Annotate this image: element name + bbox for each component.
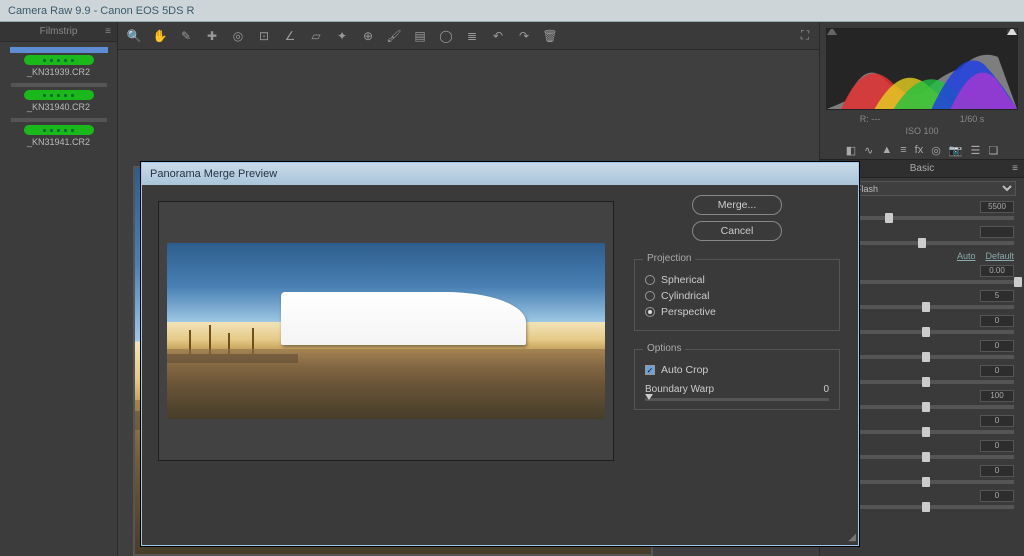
app-body: Filmstrip ≡ _KN31939.CR2 _KN31940.CR2 _K… — [0, 22, 1024, 556]
options-fieldset: Options Auto Crop Boundary Warp 0 — [634, 349, 840, 410]
highlight-clip-icon[interactable] — [1007, 28, 1017, 35]
dialog-titlebar[interactable]: Panorama Merge Preview — [142, 163, 858, 185]
filmstrip-thumb[interactable]: _KN31941.CR2 — [11, 118, 107, 147]
filmstrip-menu-icon[interactable]: ≡ — [105, 26, 111, 37]
radial-filter-icon[interactable]: ◯ — [438, 28, 454, 44]
checkbox-icon — [645, 365, 655, 375]
thumb-image — [11, 118, 107, 122]
filmstrip-header: Filmstrip ≡ — [0, 22, 117, 42]
tab-snapshots-icon[interactable]: ❏ — [988, 144, 998, 157]
projection-perspective[interactable]: Perspective — [645, 306, 829, 318]
window-titlebar: Camera Raw 9.9 - Canon EOS 5DS R — [0, 0, 1024, 22]
radio-icon — [645, 307, 655, 317]
thumb-rating — [24, 90, 94, 100]
panorama-image — [167, 243, 605, 419]
dialog-buttons: Merge... Cancel — [634, 195, 840, 241]
default-link[interactable]: Default — [985, 251, 1014, 261]
graduated-filter-icon[interactable]: ▤ — [412, 28, 428, 44]
filmstrip-thumb[interactable]: _KN31940.CR2 — [11, 83, 107, 112]
dialog-title: Panorama Merge Preview — [150, 168, 277, 180]
shutter-speed: 1/60 s — [960, 114, 985, 124]
brush-icon[interactable]: 🖌 — [386, 28, 402, 44]
rgb-readout: R: --- — [860, 114, 881, 124]
tab-presets-icon[interactable]: ☰ — [971, 144, 981, 157]
auto-link[interactable]: Auto — [957, 251, 976, 261]
resize-grip-icon[interactable]: ◢ — [848, 532, 856, 543]
trash-icon[interactable]: 🗑 — [542, 28, 558, 44]
window-title: Camera Raw 9.9 - Canon EOS 5DS R — [8, 5, 194, 17]
filmstrip-panel: Filmstrip ≡ _KN31939.CR2 _KN31940.CR2 _K… — [0, 22, 118, 556]
shadow-clip-icon[interactable] — [827, 28, 837, 35]
thumb-filename: _KN31939.CR2 — [11, 67, 107, 77]
thumb-rating — [24, 55, 94, 65]
white-balance-select[interactable]: Flash — [851, 181, 1016, 196]
projection-fieldset: Projection Spherical Cylindrical Perspec… — [634, 259, 840, 331]
tab-curve-icon[interactable]: ∿ — [864, 144, 873, 157]
cancel-button[interactable]: Cancel — [692, 221, 782, 241]
target-adjust-icon[interactable]: ◎ — [230, 28, 246, 44]
iso-readout: ISO 100 — [820, 126, 1024, 136]
tab-detail-icon[interactable]: ▲ — [881, 144, 892, 157]
thumb-image — [11, 83, 107, 87]
boundary-warp-slider[interactable]: Boundary Warp 0 — [645, 384, 829, 401]
radio-icon — [645, 291, 655, 301]
thumb-rating — [24, 125, 94, 135]
projection-legend: Projection — [643, 253, 695, 264]
prefs-icon[interactable]: ≣ — [464, 28, 480, 44]
thumb-filename: _KN31940.CR2 — [11, 102, 107, 112]
straighten-icon[interactable]: ∠ — [282, 28, 298, 44]
tab-basic-icon[interactable]: ◧ — [846, 144, 856, 157]
panorama-dialog: Panorama Merge Preview Merge... Cancel P… — [141, 162, 859, 546]
projection-cylindrical[interactable]: Cylindrical — [645, 290, 829, 302]
color-sampler-icon[interactable]: ✚ — [204, 28, 220, 44]
meta-row: R: --- 1/60 s — [820, 114, 1024, 124]
filmstrip-thumb[interactable]: _KN31939.CR2 — [11, 48, 107, 77]
histogram-curves — [827, 39, 1017, 109]
thumb-image — [11, 48, 107, 52]
panel-tab-strip: ◧ ∿ ▲ ≡ fx ◎ 📷 ☰ ❏ — [820, 144, 1024, 157]
fullscreen-icon[interactable]: ⛶ — [797, 28, 813, 44]
transform-icon[interactable]: ▱ — [308, 28, 324, 44]
hand-icon[interactable]: ✋ — [152, 28, 168, 44]
panorama-preview — [158, 201, 614, 461]
filmstrip-title: Filmstrip — [40, 26, 78, 37]
merge-button[interactable]: Merge... — [692, 195, 782, 215]
top-toolbar: 🔍 ✋ ✎ ✚ ◎ ⊡ ∠ ▱ ✦ ⊕ 🖌 ▤ ◯ ≣ ↶ ↷ 🗑 ⛶ — [118, 22, 819, 50]
rotate-right-icon[interactable]: ↷ — [516, 28, 532, 44]
tab-split-icon[interactable]: fx — [915, 144, 924, 157]
histogram[interactable] — [826, 28, 1018, 110]
dialog-right-pane: Merge... Cancel Projection Spherical Cyl… — [630, 185, 858, 547]
tab-hsl-icon[interactable]: ≡ — [900, 144, 906, 157]
projection-spherical[interactable]: Spherical — [645, 274, 829, 286]
redeye-icon[interactable]: ⊕ — [360, 28, 376, 44]
tab-lens-icon[interactable]: ◎ — [931, 144, 941, 157]
spot-removal-icon[interactable]: ✦ — [334, 28, 350, 44]
rotate-left-icon[interactable]: ↶ — [490, 28, 506, 44]
eyedropper-icon[interactable]: ✎ — [178, 28, 194, 44]
zoom-icon[interactable]: 🔍 — [126, 28, 142, 44]
tab-camera-icon[interactable]: 📷 — [949, 144, 963, 157]
crop-icon[interactable]: ⊡ — [256, 28, 272, 44]
radio-icon — [645, 275, 655, 285]
panel-menu-icon[interactable]: ≡ — [1012, 163, 1018, 174]
thumb-filename: _KN31941.CR2 — [11, 137, 107, 147]
options-legend: Options — [643, 343, 685, 354]
auto-crop-checkbox[interactable]: Auto Crop — [645, 364, 829, 376]
